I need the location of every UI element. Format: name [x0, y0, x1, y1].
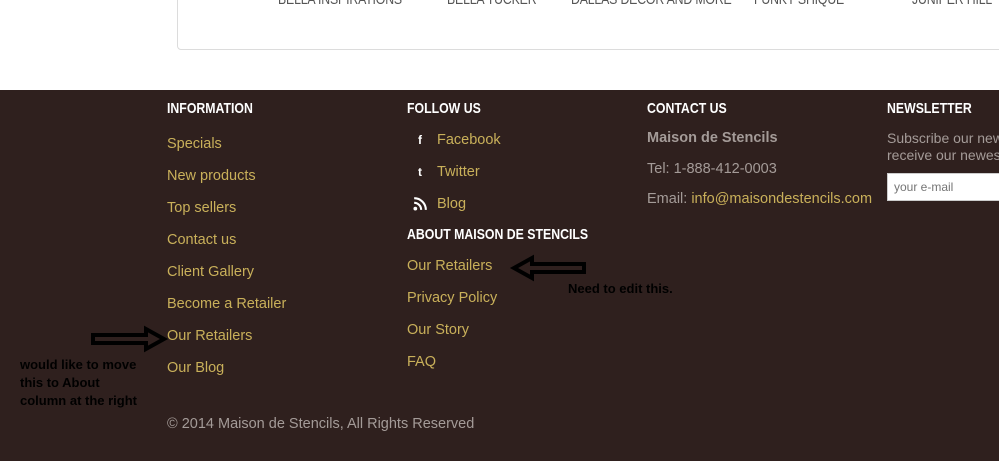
about-link-faq[interactable]: FAQ [407, 354, 436, 370]
brand-link[interactable]: BELLA TUCKER [447, 0, 537, 8]
footer-link-our-retailers[interactable]: Our Retailers [167, 328, 252, 344]
email-label: Email: [647, 191, 688, 207]
about-title: ABOUT MAISON DE STENCILS [407, 226, 589, 243]
social-link-twitter[interactable]: Twitter [437, 164, 480, 180]
newsletter-text-2: receive our newes [887, 147, 999, 163]
contact-email-row: Email: info@maisondestencils.com [647, 191, 872, 207]
annotation-move-note-1: would like to move [20, 357, 137, 372]
footer-link-contact-us[interactable]: Contact us [167, 232, 236, 248]
social-link-blog[interactable]: Blog [437, 196, 466, 212]
brand-link[interactable]: JUNIPER HILL [912, 0, 992, 8]
footer-link-new-products[interactable]: New products [167, 168, 256, 184]
newsletter-email-input[interactable] [887, 173, 999, 201]
footer-link-become-retailer[interactable]: Become a Retailer [167, 296, 286, 312]
contact-phone: Tel: 1-888-412-0003 [647, 161, 777, 177]
information-title: INFORMATION [167, 100, 253, 117]
rss-icon [413, 197, 427, 211]
twitter-icon: t [418, 165, 422, 179]
contact-title: CONTACT US [647, 100, 727, 117]
newsletter-text-1: Subscribe our new [887, 130, 999, 146]
annotation-arrow-left [91, 325, 169, 353]
footer-link-our-blog[interactable]: Our Blog [167, 360, 224, 376]
site-footer: INFORMATION Specials New products Top se… [0, 90, 999, 461]
footer-link-top-sellers[interactable]: Top sellers [167, 200, 236, 216]
about-link-our-story[interactable]: Our Story [407, 322, 469, 338]
brands-carousel: BELLA INSPIRATIONS BELLA TUCKER DALLAS D… [177, 0, 999, 50]
footer-link-client-gallery[interactable]: Client Gallery [167, 264, 254, 280]
follow-title: FOLLOW US [407, 100, 481, 117]
about-link-our-retailers[interactable]: Our Retailers [407, 258, 492, 274]
footer-link-specials[interactable]: Specials [167, 136, 222, 152]
annotation-arrow-right [509, 254, 586, 282]
copyright-text: © 2014 Maison de Stencils, All Rights Re… [167, 416, 475, 432]
newsletter-title: NEWSLETTER [887, 100, 972, 117]
annotation-edit-note: Need to edit this. [568, 281, 673, 296]
brand-link[interactable]: DALLAS DECOR AND MORE [571, 0, 732, 8]
brand-link[interactable]: BELLA INSPIRATIONS [278, 0, 402, 8]
company-name: Maison de Stencils [647, 130, 778, 146]
annotation-move-note-3: column at the right [20, 393, 137, 408]
brand-link[interactable]: FUNKY SHIQUE [754, 0, 844, 8]
contact-email-link[interactable]: info@maisondestencils.com [691, 191, 872, 207]
social-link-facebook[interactable]: Facebook [437, 132, 501, 148]
about-link-privacy-policy[interactable]: Privacy Policy [407, 290, 497, 306]
annotation-move-note-2: this to About [20, 375, 100, 390]
facebook-icon: f [418, 133, 422, 147]
